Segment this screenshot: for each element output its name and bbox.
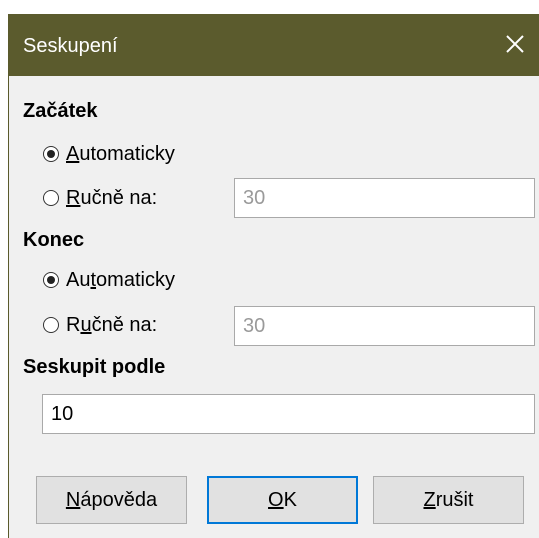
grouping-dialog: Seskupení Začátek Automaticky Ručně na: … [8,14,539,538]
end-auto-label: Automaticky [66,269,175,291]
end-manual-field[interactable]: 30 [234,306,535,346]
help-button[interactable]: Nápověda [36,476,187,524]
close-icon[interactable] [502,31,528,57]
ok-button[interactable]: OK [207,476,358,524]
start-heading: Začátek [23,100,98,122]
radio-indicator[interactable] [43,272,59,288]
start-auto-radio[interactable]: Automaticky [43,140,175,168]
end-auto-radio[interactable]: Automaticky [43,266,175,294]
start-manual-radio[interactable]: Ručně na: [43,184,157,212]
group-by-field[interactable]: 10 [42,394,535,434]
dialog-title: Seskupení [23,35,118,57]
group-by-heading: Seskupit podle [23,356,166,378]
start-manual-label: Ručně na: [66,187,158,209]
start-manual-field[interactable]: 30 [234,178,535,218]
radio-indicator[interactable] [43,146,59,162]
end-heading: Konec [23,229,85,251]
end-manual-label: Ručně na: [66,314,158,336]
title-bar: Seskupení [9,14,539,76]
radio-indicator[interactable] [43,190,59,206]
end-manual-radio[interactable]: Ručně na: [43,311,157,339]
cancel-button[interactable]: Zrušit [373,476,524,524]
start-auto-label: Automaticky [66,143,175,165]
radio-indicator[interactable] [43,317,59,333]
